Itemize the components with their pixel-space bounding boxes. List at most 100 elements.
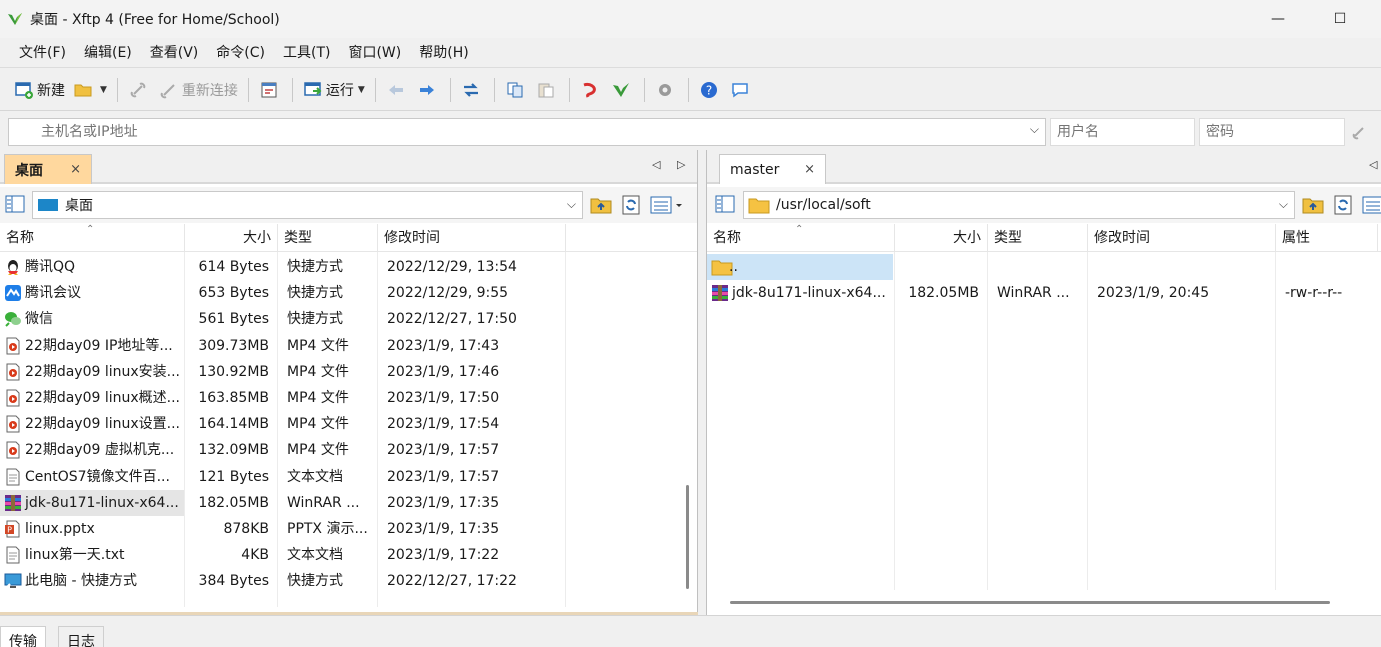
parent-folder-icon[interactable] bbox=[1302, 195, 1324, 215]
column-header-name[interactable]: 名称 ⌃ bbox=[707, 224, 895, 252]
maximize-button[interactable]: ☐ bbox=[1309, 0, 1371, 38]
options-button[interactable] bbox=[651, 75, 682, 105]
back-button[interactable] bbox=[382, 75, 413, 105]
file-row[interactable]: jdk-8u171-linux-x64... 182.05MB WinRAR ...… bbox=[0, 489, 697, 516]
file-name-cell[interactable]: linux第一天.txt bbox=[0, 542, 184, 568]
password-field[interactable] bbox=[1199, 118, 1345, 146]
file-name-cell[interactable]: 22期day09 linux概述... bbox=[0, 385, 184, 411]
forward-button[interactable] bbox=[413, 75, 444, 105]
new-session-button[interactable]: 新建 bbox=[10, 75, 69, 105]
session-properties-button[interactable] bbox=[255, 75, 286, 105]
menu-window[interactable]: 窗口(W) bbox=[339, 38, 410, 68]
file-row[interactable]: 22期day09 linux概述... 163.85MB MP4 文件 2023/1/… bbox=[0, 385, 697, 411]
file-row[interactable]: 22期day09 linux安装... 130.92MB MP4 文件 2023/1/… bbox=[0, 359, 697, 385]
file-row[interactable]: .. bbox=[707, 254, 1381, 280]
help-button[interactable]: ? bbox=[695, 75, 726, 105]
tab-scroll-left-icon[interactable]: ◁ bbox=[652, 158, 660, 171]
menu-edit[interactable]: 编辑(E) bbox=[75, 38, 141, 68]
menu-help[interactable]: 帮助(H) bbox=[410, 38, 477, 68]
menu-view[interactable]: 查看(V) bbox=[141, 38, 208, 68]
host-field[interactable]: ⌵ bbox=[8, 118, 1046, 146]
tab-close-icon[interactable]: × bbox=[804, 162, 815, 177]
remote-path-field[interactable]: /usr/local/soft ⌵ bbox=[743, 191, 1295, 219]
file-name-cell[interactable]: 22期day09 linux设置... bbox=[0, 411, 184, 437]
tab-log[interactable]: 日志 bbox=[58, 626, 104, 647]
file-name-cell[interactable]: Plinux.pptx bbox=[0, 516, 184, 542]
xftp-button[interactable] bbox=[607, 75, 638, 105]
open-folder-button[interactable]: ▼ bbox=[69, 75, 111, 105]
file-row[interactable]: 此电脑 - 快捷方式 384 Bytes 快捷方式 2022/12/27, 17:22 bbox=[0, 568, 697, 594]
file-name-cell[interactable]: jdk-8u171-linux-x64... bbox=[707, 280, 893, 306]
minimize-button[interactable]: — bbox=[1247, 0, 1309, 38]
host-input[interactable] bbox=[9, 119, 1019, 145]
view-mode-icon[interactable] bbox=[1362, 195, 1381, 215]
column-header-size[interactable]: 大小 bbox=[895, 224, 988, 252]
close-button[interactable] bbox=[1371, 0, 1381, 38]
file-name: .. bbox=[729, 259, 738, 275]
file-name-cell[interactable]: CentOS7镜像文件百... bbox=[0, 464, 184, 490]
tab-scroll-right-icon[interactable]: ▷ bbox=[677, 158, 685, 171]
refresh-icon[interactable] bbox=[620, 195, 642, 215]
column-header-modified[interactable]: 修改时间 bbox=[1088, 224, 1276, 252]
file-row[interactable]: 22期day09 虚拟机克... 132.09MB MP4 文件 2023/1/9, … bbox=[0, 437, 697, 463]
paste-button[interactable] bbox=[532, 75, 563, 105]
sidebar-toggle-icon[interactable] bbox=[715, 195, 735, 213]
menu-file[interactable]: 文件(F) bbox=[10, 38, 75, 68]
file-name-cell[interactable]: .. bbox=[707, 254, 893, 280]
file-name: 22期day09 IP地址等... bbox=[25, 337, 173, 354]
view-mode-icon[interactable] bbox=[650, 195, 684, 215]
chevron-down-icon[interactable]: ⌵ bbox=[1030, 122, 1039, 137]
file-name-cell[interactable]: 腾讯会议 bbox=[0, 280, 184, 306]
column-header-attributes[interactable]: 属性 bbox=[1276, 224, 1378, 252]
column-header-name[interactable]: 名称 ⌃ bbox=[0, 224, 185, 252]
local-path-field[interactable]: 桌面 ⌵ bbox=[32, 191, 583, 219]
menu-command[interactable]: 命令(C) bbox=[207, 38, 274, 68]
xshell-button[interactable] bbox=[576, 75, 607, 105]
column-header-type[interactable]: 类型 bbox=[278, 224, 378, 252]
run-button[interactable]: 运行 ▼ bbox=[299, 75, 369, 105]
local-scrollbar[interactable] bbox=[686, 485, 689, 589]
column-header-size[interactable]: 大小 bbox=[185, 224, 278, 252]
file-row[interactable]: 腾讯QQ 614 Bytes 快捷方式 2022/12/29, 13:54 bbox=[0, 254, 697, 280]
file-row[interactable]: 22期day09 IP地址等... 309.73MB MP4 文件 2023/1/9,… bbox=[0, 333, 697, 359]
toolbar: 新建 ▼ 重新连接 运行 ▼ ? bbox=[0, 69, 1381, 111]
disconnect-button[interactable] bbox=[124, 75, 155, 105]
copy-button[interactable] bbox=[501, 75, 532, 105]
tab-label: master bbox=[730, 161, 780, 178]
file-row[interactable]: jdk-8u171-linux-x64... 182.05MB WinRAR ...… bbox=[707, 280, 1381, 306]
file-name-cell[interactable]: 22期day09 虚拟机克... bbox=[0, 437, 184, 463]
username-field[interactable] bbox=[1050, 118, 1195, 146]
reconnect-button[interactable]: 重新连接 bbox=[155, 75, 242, 105]
connect-icon[interactable] bbox=[1352, 124, 1372, 140]
parent-folder-icon[interactable] bbox=[590, 195, 612, 215]
chevron-down-icon[interactable]: ⌵ bbox=[567, 197, 576, 212]
tab-local-desktop[interactable]: 桌面 × bbox=[4, 154, 92, 184]
menu-tools[interactable]: 工具(T) bbox=[274, 38, 339, 68]
file-name-cell[interactable]: 22期day09 linux安装... bbox=[0, 359, 184, 385]
file-name-cell[interactable]: 微信 bbox=[0, 306, 184, 332]
refresh-icon[interactable] bbox=[1332, 195, 1354, 215]
file-row[interactable]: 腾讯会议 653 Bytes 快捷方式 2022/12/29, 9:55 bbox=[0, 280, 697, 306]
tab-transfers[interactable]: 传输 bbox=[0, 626, 46, 647]
file-name-cell[interactable]: 22期day09 IP地址等... bbox=[0, 333, 184, 359]
feedback-button[interactable] bbox=[726, 75, 757, 105]
file-name-cell[interactable]: jdk-8u171-linux-x64... bbox=[0, 489, 184, 516]
file-row[interactable]: Plinux.pptx 878KB PPTX 演示... 2023/1/9, 17:3… bbox=[0, 516, 697, 542]
column-header-type[interactable]: 类型 bbox=[988, 224, 1088, 252]
column-header-modified[interactable]: 修改时间 bbox=[378, 224, 566, 252]
tab-scroll-left-icon[interactable]: ◁ bbox=[1369, 158, 1377, 171]
password-input[interactable] bbox=[1200, 119, 1344, 145]
file-row[interactable]: 微信 561 Bytes 快捷方式 2022/12/27, 17:50 bbox=[0, 306, 697, 332]
file-row[interactable]: linux第一天.txt 4KB 文本文档 2023/1/9, 17:22 bbox=[0, 542, 697, 568]
sidebar-toggle-icon[interactable] bbox=[5, 195, 25, 213]
file-row[interactable]: 22期day09 linux设置... 164.14MB MP4 文件 2023/1/… bbox=[0, 411, 697, 437]
file-row[interactable]: CentOS7镜像文件百... 121 Bytes 文本文档 2023/1/9, 17… bbox=[0, 464, 697, 490]
file-name-cell[interactable]: 腾讯QQ bbox=[0, 254, 184, 280]
username-input[interactable] bbox=[1051, 119, 1194, 145]
sync-button[interactable] bbox=[457, 75, 488, 105]
tab-close-icon[interactable]: × bbox=[70, 162, 81, 177]
remote-horizontal-scrollbar[interactable] bbox=[730, 601, 1330, 604]
chevron-down-icon[interactable]: ⌵ bbox=[1279, 197, 1288, 212]
file-name-cell[interactable]: 此电脑 - 快捷方式 bbox=[0, 568, 184, 594]
tab-remote-master[interactable]: master × bbox=[719, 154, 826, 184]
